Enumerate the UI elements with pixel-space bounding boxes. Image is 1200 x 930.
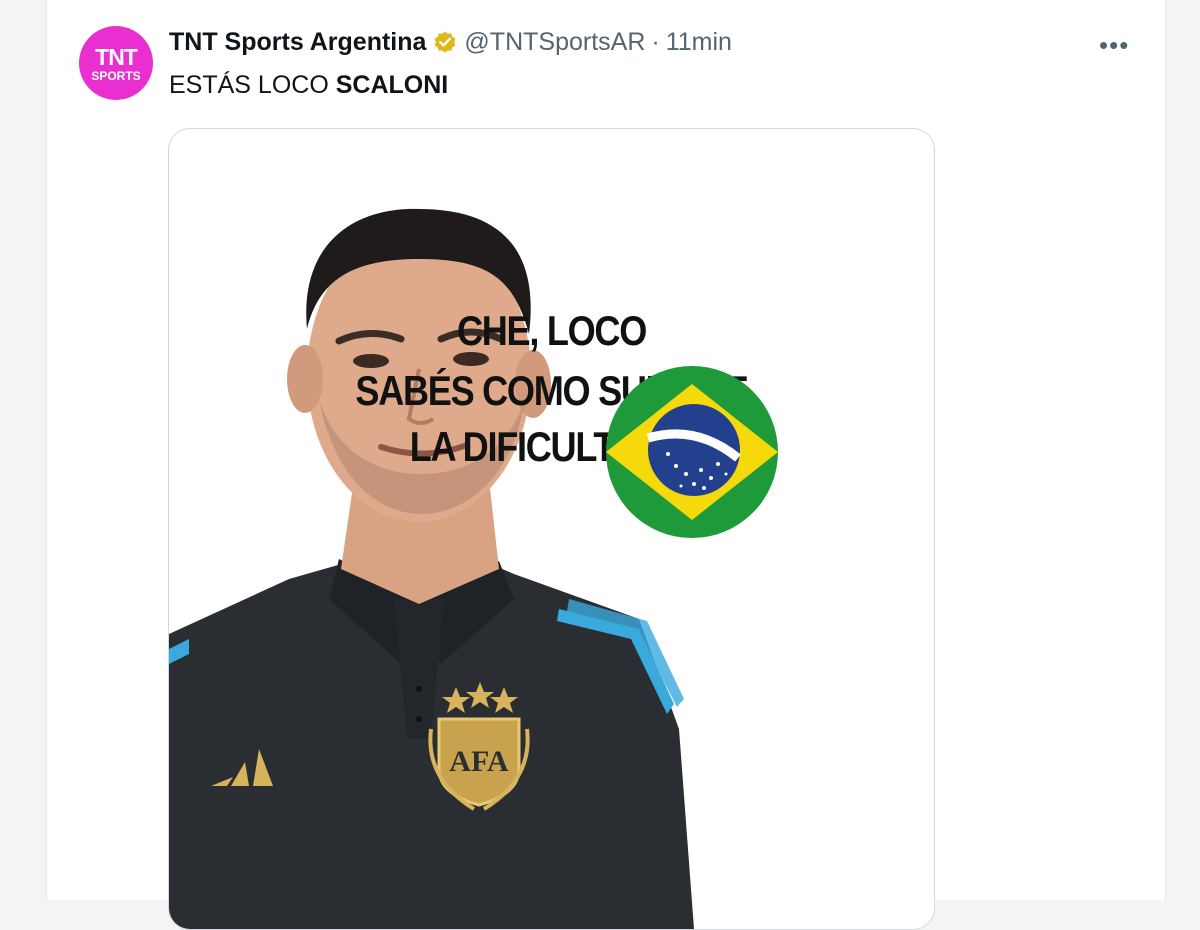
caption-line-2: SABÉS COMO SUBIRLE [355, 367, 748, 414]
display-name[interactable]: TNT Sports Argentina [169, 28, 426, 57]
more-options-icon[interactable]: ••• [1099, 30, 1129, 61]
separator-dot: · [651, 28, 660, 56]
caption-line-3: LA DIFICULTAD A [409, 423, 695, 470]
handle[interactable]: @TNTSportsAR [464, 28, 645, 57]
avatar-logo-line1: TNT [95, 44, 138, 70]
tweet-text-bold: SCALONI [335, 71, 449, 99]
tweet-header: TNT Sports Argentina @TNTSportsAR · 11mi… [169, 28, 732, 57]
avatar[interactable]: TNT SPORTS [79, 26, 153, 100]
verified-badge-icon[interactable] [432, 30, 458, 56]
timestamp[interactable]: 11min [666, 28, 732, 57]
caption-line-1: CHE, LOCO [456, 307, 647, 354]
tweet-text-regular: ESTÁS LOCO [169, 71, 336, 99]
tweet-text: ESTÁS LOCO SCALONI [169, 71, 448, 100]
tweet-card[interactable]: TNT SPORTS TNT Sports Argentina @TNTSpor… [46, 0, 1166, 930]
avatar-logo-line2: SPORTS [91, 69, 141, 83]
tweet-media-image[interactable]: AFA CHE, LOCO SABÉS COMO SUBIRLE LA DIFI… [168, 128, 935, 930]
person-photo: AFA [169, 208, 694, 929]
brazil-flag-icon [606, 366, 778, 538]
shirt-badge-text: AFA [449, 745, 509, 778]
